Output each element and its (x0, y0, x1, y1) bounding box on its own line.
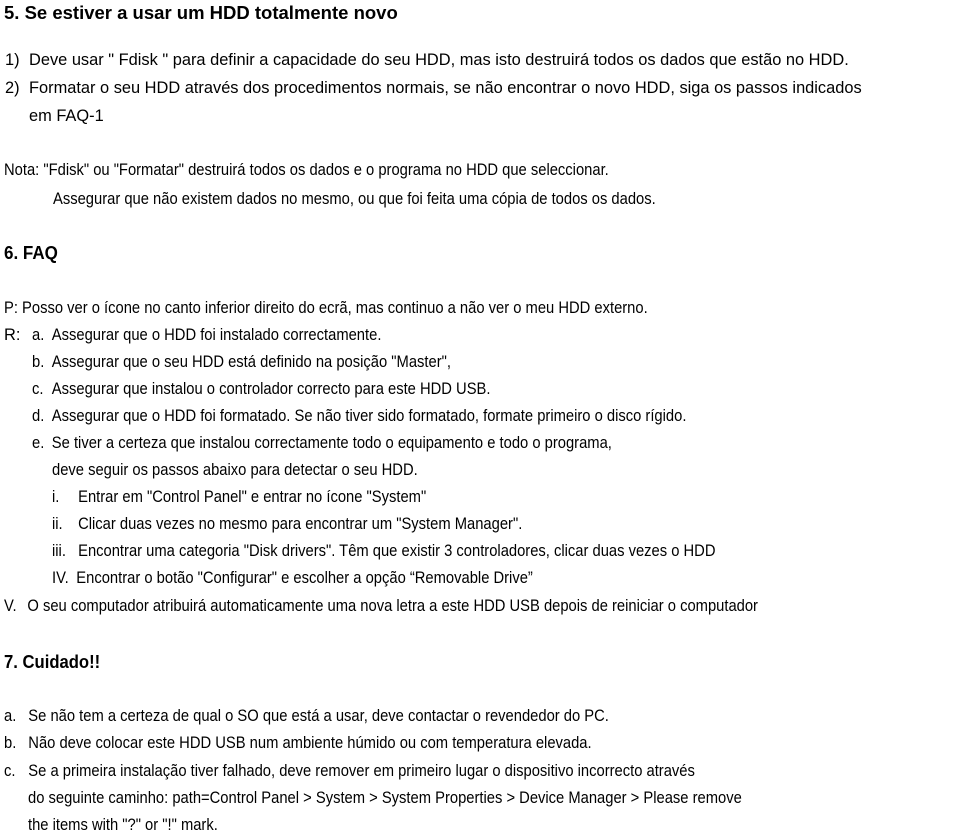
answer-item-e: e. Se tiver a certeza que instalou corre… (32, 433, 612, 453)
question-text: Posso ver o ícone no canto inferior dire… (22, 299, 648, 317)
step-text: Clicar duas vezes no mesmo para encontra… (78, 515, 523, 533)
item-text: Assegurar que instalou o controlador cor… (51, 380, 491, 398)
step-text: Entrar em "Control Panel" e entrar no íc… (78, 488, 427, 506)
section-5-item-2: 2) Formatar o seu HDD através dos proced… (5, 78, 862, 98)
section-5-item-1: 1) Deve usar " Fdisk " para definir a ca… (5, 50, 849, 70)
item-text: Não deve colocar este HDD USB num ambien… (28, 734, 592, 752)
step-marker: ii. (52, 515, 63, 533)
caution-item-c-continuation-2: the items with "?" or "!" mark. (28, 816, 218, 834)
item-marker: b. (32, 353, 45, 371)
section-6-heading: 6. FAQ (4, 242, 58, 263)
faq-question: P: Posso ver o ícone no canto inferior d… (4, 298, 648, 318)
step-text: Encontrar o botão "Configurar" e escolhe… (76, 569, 533, 587)
note-line-2: Assegurar que não existem dados no mesmo… (53, 190, 656, 208)
section-7-heading: 7. Cuidado!! (4, 651, 101, 672)
item-text: Assegurar que o HDD foi formatado. Se nã… (51, 407, 687, 425)
step-ii: ii. Clicar duas vezes no mesmo para enco… (52, 514, 522, 534)
step-i: i. Entrar em "Control Panel" e entrar no… (52, 487, 426, 507)
section-5-item-2-continuation: em FAQ-1 (29, 107, 104, 125)
item-marker: b. (4, 734, 17, 752)
item-text: Se tiver a certeza que instalou correcta… (51, 434, 612, 452)
note-label: Nota: (4, 161, 40, 179)
answer-item-b: b. Assegurar que o seu HDD está definido… (32, 352, 451, 372)
step-text: O seu computador atribuirá automaticamen… (27, 597, 758, 615)
item-text: Assegurar que o seu HDD está definido na… (51, 353, 451, 371)
item-marker: c. (4, 762, 16, 780)
item-marker: 1) (5, 51, 20, 69)
caution-item-a: a. Se não tem a certeza de qual o SO que… (4, 706, 609, 726)
caution-item-c: c. Se a primeira instalação tiver falhad… (4, 761, 695, 781)
item-marker: c. (32, 380, 44, 398)
caution-item-c-continuation-1: do seguinte caminho: path=Control Panel … (28, 789, 742, 807)
item-text: Se a primeira instalação tiver falhado, … (28, 762, 695, 780)
item-text: Deve usar " Fdisk " para definir a capac… (29, 51, 849, 69)
item-marker: e. (32, 434, 45, 452)
question-label: P: (4, 299, 18, 317)
item-marker: 2) (5, 79, 20, 97)
answer-label: R: (4, 326, 21, 344)
step-text: Encontrar uma categoria "Disk drivers". … (78, 542, 716, 560)
item-marker: a. (32, 326, 45, 344)
note: Nota: "Fdisk" ou "Formatar" destruirá to… (4, 160, 609, 180)
item-marker: a. (4, 707, 17, 725)
item-text: Assegurar que o HDD foi instalado correc… (51, 326, 382, 344)
step-iii: iii. Encontrar uma categoria "Disk drive… (52, 541, 715, 561)
section-5-heading: 5. Se estiver a usar um HDD totalmente n… (4, 2, 398, 23)
item-marker: d. (32, 407, 45, 425)
step-iv: IV. Encontrar o botão "Configurar" e esc… (52, 568, 533, 588)
answer-item-d: d. Assegurar que o HDD foi formatado. Se… (32, 406, 686, 426)
step-marker: i. (52, 488, 60, 506)
item-text: Se não tem a certeza de qual o SO que es… (28, 707, 609, 725)
answer-item-a: a. Assegurar que o HDD foi instalado cor… (32, 325, 381, 345)
answer-item-c: c. Assegurar que instalou o controlador … (32, 379, 490, 399)
note-line-1: "Fdisk" ou "Formatar" destruirá todos os… (43, 161, 609, 179)
step-marker: IV. (52, 569, 69, 587)
step-marker: V. (4, 597, 17, 615)
answer-item-e-continuation: deve seguir os passos abaixo para detect… (52, 461, 418, 479)
caution-item-b: b. Não deve colocar este HDD USB num amb… (4, 733, 592, 753)
item-text: Formatar o seu HDD através dos procedime… (29, 79, 862, 97)
step-marker: iii. (52, 542, 66, 560)
step-v: V. O seu computador atribuirá automatica… (4, 596, 758, 616)
